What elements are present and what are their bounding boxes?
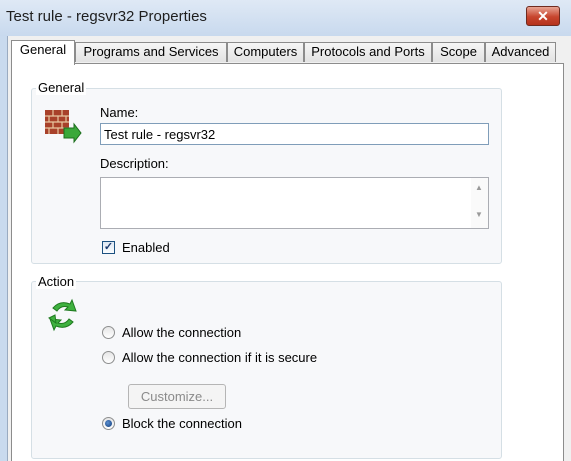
- tab-label: Advanced: [491, 44, 550, 59]
- allow-secure-connection-radio[interactable]: [102, 351, 115, 364]
- name-label: Name:: [100, 105, 139, 120]
- tab-advanced[interactable]: Advanced: [485, 42, 556, 62]
- general-group-title: General: [36, 80, 87, 95]
- customize-button-label: Customize...: [140, 389, 214, 404]
- scroll-down-icon[interactable]: ▼: [475, 211, 483, 219]
- close-icon: ✕: [537, 8, 549, 24]
- close-button[interactable]: ✕: [526, 6, 560, 26]
- description-field[interactable]: ▲ ▼: [100, 177, 489, 229]
- firewall-rule-icon: [45, 110, 82, 144]
- enabled-label[interactable]: Enabled: [122, 240, 170, 255]
- name-input[interactable]: [100, 123, 489, 145]
- tab-label: Computers: [233, 44, 298, 59]
- block-connection-radio[interactable]: [102, 417, 115, 430]
- action-group: [31, 281, 502, 459]
- tab-strip: General Programs and Services Computers …: [11, 40, 566, 65]
- tab-scope[interactable]: Scope: [432, 42, 485, 62]
- scroll-up-icon[interactable]: ▲: [475, 184, 483, 192]
- description-scrollbar[interactable]: ▲ ▼: [471, 178, 488, 228]
- tab-label: Scope: [440, 44, 477, 59]
- tab-label: Programs and Services: [83, 44, 219, 59]
- allow-connection-label[interactable]: Allow the connection: [122, 325, 241, 340]
- block-connection-label[interactable]: Block the connection: [122, 416, 242, 431]
- window-title: Test rule - regsvr32 Properties: [6, 8, 207, 25]
- tab-label: General: [19, 42, 67, 57]
- allow-connection-radio[interactable]: [102, 326, 115, 339]
- tab-label: Protocols and Ports: [311, 44, 425, 59]
- dialog-client: General Programs and Services Computers …: [7, 36, 571, 461]
- tab-general[interactable]: General: [11, 40, 75, 65]
- tab-computers[interactable]: Computers: [227, 42, 304, 62]
- tab-programs-and-services[interactable]: Programs and Services: [75, 42, 227, 62]
- customize-button[interactable]: Customize...: [128, 384, 226, 409]
- allow-secure-connection-label[interactable]: Allow the connection if it is secure: [122, 350, 317, 365]
- tab-protocols-and-ports[interactable]: Protocols and Ports: [304, 42, 432, 62]
- check-icon: ✓: [103, 241, 114, 253]
- action-arrows-icon: [48, 298, 77, 332]
- general-tab-page: General Name: Description: ▲ ▼ ✓: [11, 63, 564, 461]
- enabled-checkbox[interactable]: ✓: [102, 241, 115, 254]
- description-label: Description:: [100, 156, 169, 171]
- title-bar: Test rule - regsvr32 Properties ✕: [0, 0, 571, 36]
- action-group-title: Action: [36, 274, 77, 289]
